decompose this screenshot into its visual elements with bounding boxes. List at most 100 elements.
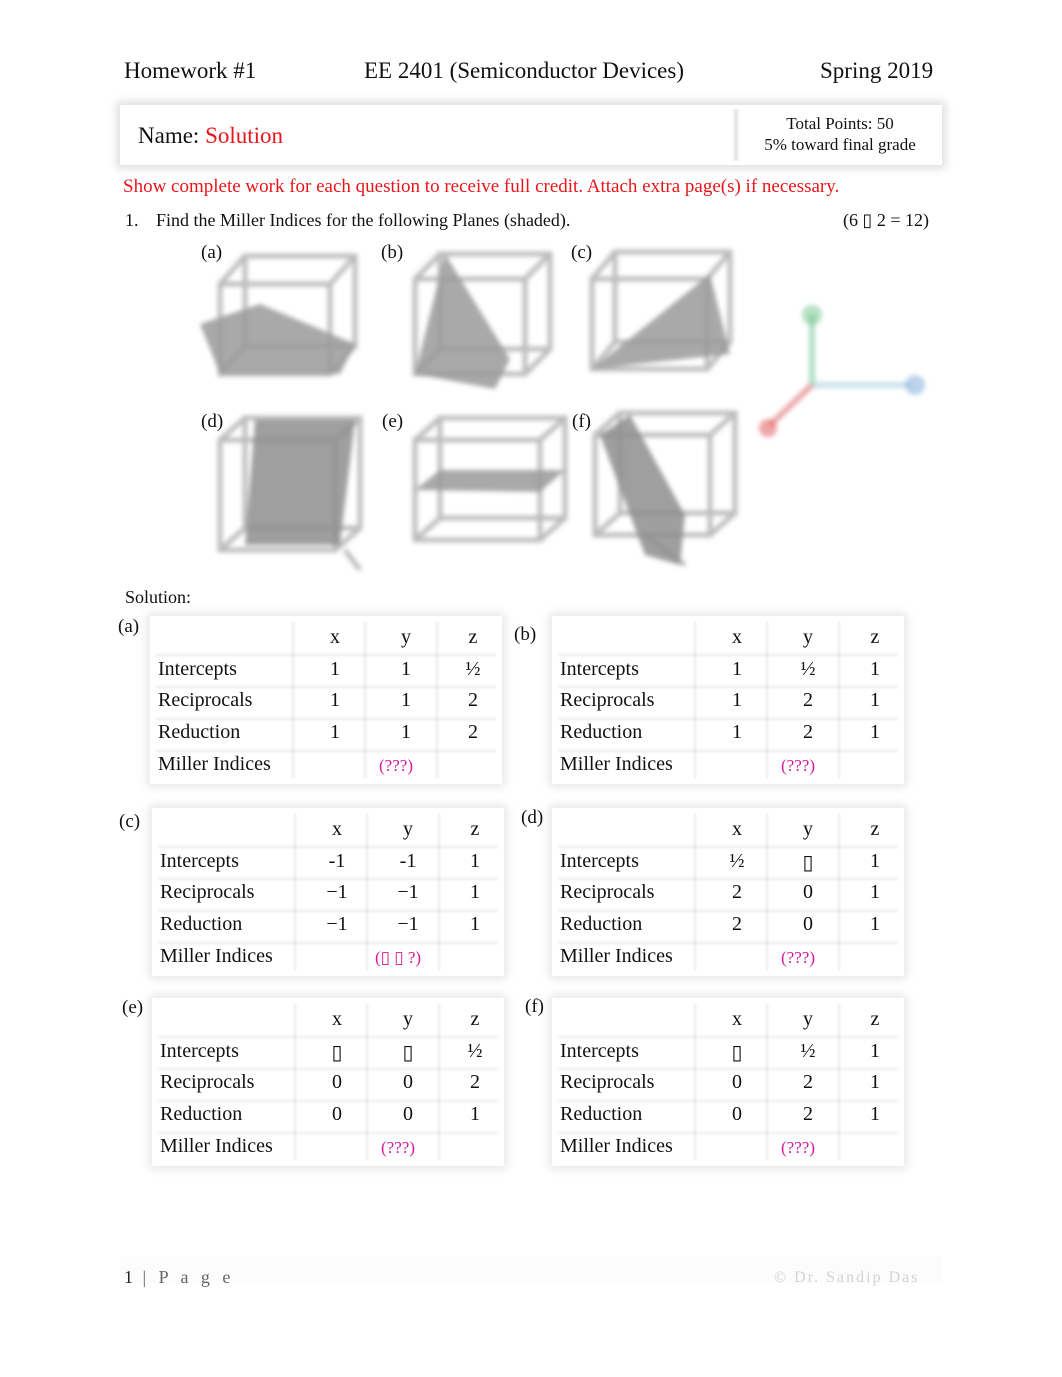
row-label: Reduction <box>560 913 643 935</box>
table-grid-line <box>692 1004 698 1160</box>
header-homework-title: Homework #1 <box>124 58 257 83</box>
grade-weight: 5% toward final grade <box>764 135 916 154</box>
table-cell: 1 <box>330 658 340 680</box>
page-number-value: 1 <box>124 1267 134 1287</box>
table-grid-line <box>692 622 698 778</box>
column-header: z <box>470 1008 480 1030</box>
solution-table-d: x y z Intercepts ½ ▯ 1 Reciprocals 2 0 1 Reduction 2… <box>552 808 904 976</box>
table-cell: 0 <box>732 1103 742 1125</box>
page-number: 1 | P a g e <box>124 1267 234 1288</box>
table-cell: 1 <box>870 913 880 935</box>
table-cell: 1 <box>870 881 880 903</box>
header-course-title: EE 2401 (Semiconductor Devices) <box>364 58 684 83</box>
axis-z-tip <box>802 305 822 325</box>
header-semester: Spring 2019 <box>820 58 934 83</box>
column-header: z <box>870 626 880 648</box>
table-cell: ½ <box>800 1040 816 1062</box>
axis-x-tip <box>759 419 777 437</box>
miller-indices-label: Miller Indices <box>560 945 673 967</box>
name-field: Name: Solution <box>138 123 283 149</box>
solution-table-f: x y z Intercepts ▯ ½ 1 Reciprocals 0 2 1 Reduction 0… <box>552 998 904 1166</box>
total-points: Total Points: 50 <box>786 114 894 133</box>
axis-y-tip <box>905 375 925 395</box>
table-cell: ▯ <box>731 1042 743 1064</box>
table-grid-line <box>362 622 368 778</box>
row-label: Reduction <box>560 721 643 743</box>
table-cell: 1 <box>470 1103 480 1125</box>
table-cell: 0 <box>732 1071 742 1093</box>
table-cell: 1 <box>732 658 742 680</box>
table-cell: 0 <box>803 881 813 903</box>
table-grid-line <box>764 814 770 970</box>
table-grid-line <box>364 1004 370 1160</box>
table-cell: −1 <box>397 881 419 903</box>
table-grid-line <box>764 622 770 778</box>
column-header: x <box>332 818 342 840</box>
table-grid-line <box>836 622 842 778</box>
table-cell: 1 <box>732 721 742 743</box>
table-cell: 0 <box>332 1103 342 1125</box>
table-cell: 2 <box>732 913 742 935</box>
column-header: z <box>870 818 880 840</box>
miller-indices-label: Miller Indices <box>160 945 273 967</box>
solution-part-label-c: (c) <box>119 811 141 832</box>
name-box: Name: Solution Total Points: 50 5% towar… <box>120 105 942 165</box>
table-cell: 1 <box>470 913 480 935</box>
table-cell: 2 <box>470 1071 480 1093</box>
question-points: (6 ▯ 2 = 12) <box>843 210 930 230</box>
table-cell: 2 <box>468 721 478 743</box>
column-header: x <box>330 626 340 648</box>
column-header: x <box>732 818 742 840</box>
copyright: © Dr. Sandip Das <box>774 1269 920 1286</box>
cube-figure-b <box>412 251 553 389</box>
solution-part-label-d: (d) <box>521 807 544 828</box>
column-header: y <box>401 626 411 648</box>
table-cell: 1 <box>870 1103 880 1125</box>
table-cell: 2 <box>803 721 813 743</box>
table-grid-line <box>836 1004 842 1160</box>
table-cell: 1 <box>470 881 480 903</box>
row-label: Reciprocals <box>560 689 655 711</box>
table-cell: 0 <box>403 1103 413 1125</box>
table-cell: 1 <box>870 850 880 872</box>
column-header: y <box>803 1008 813 1030</box>
miller-indices-value: (▯ ▯ ?) <box>374 948 422 967</box>
table-cell: ▯ <box>802 852 814 874</box>
table-grid-line <box>364 814 370 970</box>
solution-part-label-f: (f) <box>525 996 544 1017</box>
table-cell: 2 <box>732 881 742 903</box>
table-cell: 0 <box>332 1071 342 1093</box>
table-grid-line <box>436 1004 442 1160</box>
table-cell: ½ <box>800 658 816 680</box>
shaded-plane-e <box>415 470 565 492</box>
solution-table-e: x y z Intercepts ▯ ▯ ½ Reciprocals 0 0 2 Reduction 0… <box>152 998 504 1166</box>
table-cell: −1 <box>326 913 348 935</box>
row-label: Reciprocals <box>158 689 253 711</box>
miller-indices-label: Miller Indices <box>560 1135 673 1157</box>
table-grid-line <box>434 622 440 778</box>
instructions: Show complete work for each question to … <box>123 176 840 197</box>
table-cell: -1 <box>399 850 417 872</box>
axis-x-line <box>767 382 815 428</box>
miller-indices-label: Miller Indices <box>560 753 673 775</box>
solution-part-label-b: (b) <box>514 624 537 645</box>
table-grid-line <box>436 814 442 970</box>
solution-part-label-a: (a) <box>118 616 140 637</box>
question-number: 1. <box>125 210 139 230</box>
table-cell: 1 <box>330 689 340 711</box>
row-label: Reduction <box>160 1103 243 1125</box>
miller-indices-value: (???) <box>781 1138 815 1157</box>
table-cell: 2 <box>468 689 478 711</box>
miller-indices-value: (???) <box>781 948 815 967</box>
table-cell: 1 <box>401 721 411 743</box>
table-cell: 1 <box>401 689 411 711</box>
column-header: x <box>732 1008 742 1030</box>
table-grid-line <box>292 814 298 970</box>
table-grid-line <box>692 814 698 970</box>
column-header: y <box>803 626 813 648</box>
row-label: Intercepts <box>560 850 639 872</box>
cube-figure-f <box>592 410 738 567</box>
row-label: Reciprocals <box>160 881 255 903</box>
table-cell: 1 <box>870 1040 880 1062</box>
miller-indices-value: (???) <box>379 756 413 775</box>
